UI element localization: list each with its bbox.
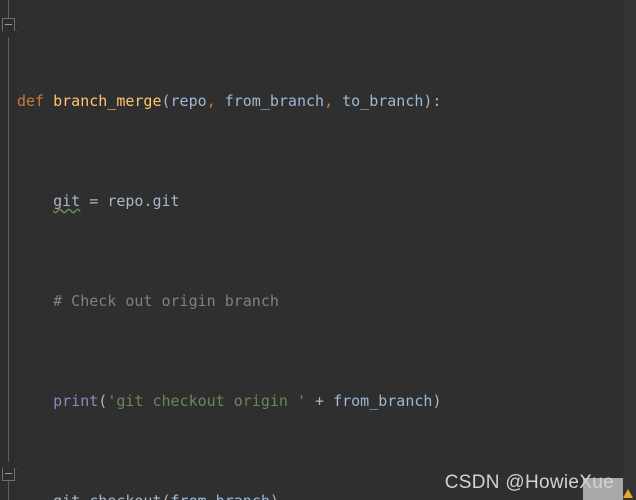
- token-function-name: branch_merge: [53, 92, 162, 110]
- collapse-fold-icon[interactable]: [2, 18, 17, 38]
- collapse-fold-end-icon[interactable]: [2, 461, 17, 481]
- token-param-repo: repo: [170, 92, 207, 110]
- token-expr-repo-git: repo.git: [107, 192, 180, 210]
- fold-region-line: [8, 0, 9, 500]
- token-arg: from_branch: [333, 392, 433, 410]
- watermark: CSDN @HowieXue: [444, 472, 614, 493]
- token-param-from-branch: from_branch: [224, 92, 325, 110]
- token-arg: from_branch: [171, 492, 270, 500]
- token-call-git-checkout: git.checkout: [53, 492, 161, 500]
- warning-triangle-icon[interactable]: [623, 489, 633, 498]
- code-line: git = repo.git: [53, 192, 180, 210]
- token-string: 'git checkout origin ': [107, 392, 306, 410]
- code-line: # Check out origin branch: [17, 289, 623, 314]
- token-keyword-def: def: [17, 92, 45, 110]
- code-line: print('git checkout origin ' + from_bran…: [53, 392, 442, 410]
- fold-gutter: [0, 0, 17, 500]
- token-builtin-print: print: [53, 392, 99, 410]
- token-var-git: git: [53, 192, 81, 210]
- token-comment: # Check out origin branch: [53, 292, 279, 310]
- token-param-to-branch: to_branch: [342, 92, 424, 110]
- code-content[interactable]: def branch_merge(repo, from_branch, to_b…: [17, 0, 623, 500]
- code-line: def branch_merge(repo, from_branch, to_b…: [17, 92, 442, 110]
- code-editor[interactable]: def branch_merge(repo, from_branch, to_b…: [0, 0, 636, 500]
- marker-gutter[interactable]: [623, 0, 636, 500]
